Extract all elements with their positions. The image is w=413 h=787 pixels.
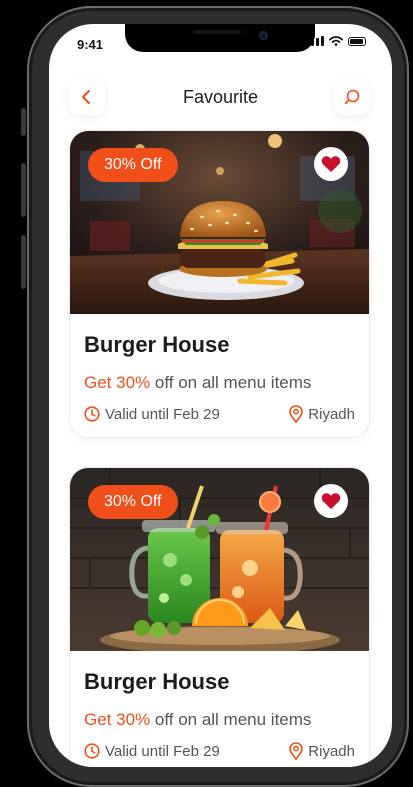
validity: Valid until Feb 29	[84, 406, 220, 423]
validity: Valid until Feb 29	[84, 743, 220, 760]
search-icon	[344, 89, 360, 105]
speaker	[193, 30, 241, 34]
offer-description: off on all menu items	[150, 710, 312, 729]
offer-card[interactable]: 30% Off Burger House Get 30% off on all …	[70, 468, 369, 767]
offer-meta: Valid until Feb 29 Riyadh	[84, 405, 355, 423]
offer-meta: Valid until Feb 29 Riyadh	[84, 742, 355, 760]
app-screen: 9:41 Favourite 30% Off Burger House Get …	[49, 24, 392, 767]
drinks-photo: 30% Off	[70, 468, 369, 651]
clock-icon	[84, 406, 100, 422]
location-text: Riyadh	[308, 742, 355, 760]
offer-text: Get 30% off on all menu items	[84, 373, 355, 393]
heart-icon	[321, 493, 341, 509]
battery-icon	[348, 36, 366, 46]
volume-up-button	[21, 163, 26, 217]
location-text: Riyadh	[308, 405, 355, 423]
location: Riyadh	[289, 742, 355, 760]
status-time: 9:41	[77, 37, 104, 52]
validity-text: Valid until Feb 29	[105, 405, 220, 423]
search-button[interactable]	[334, 79, 370, 115]
offer-highlight: Get 30%	[84, 373, 151, 392]
wifi-icon	[329, 36, 343, 46]
location: Riyadh	[289, 405, 355, 423]
app-header: Favourite	[49, 79, 392, 119]
favourite-button[interactable]	[314, 484, 348, 518]
discount-badge: 30% Off	[88, 148, 178, 182]
status-icons	[306, 36, 366, 46]
notch	[125, 24, 315, 52]
discount-badge: 30% Off	[88, 485, 178, 519]
card-body: Burger House Get 30% off on all menu ite…	[70, 651, 369, 767]
validity-text: Valid until Feb 29	[105, 742, 220, 760]
offer-text: Get 30% off on all menu items	[84, 710, 355, 730]
burger-photo: 30% Off	[70, 131, 369, 314]
card-body: Burger House Get 30% off on all menu ite…	[70, 314, 369, 437]
favourite-button[interactable]	[314, 147, 348, 181]
location-pin-icon	[289, 405, 304, 423]
offer-card[interactable]: 30% Off Burger House Get 30% off on all …	[70, 131, 369, 437]
mute-switch	[21, 108, 26, 136]
camera	[259, 31, 268, 40]
clock-icon	[84, 743, 100, 759]
offer-highlight: Get 30%	[84, 710, 151, 729]
location-pin-icon	[289, 742, 304, 760]
restaurant-name: Burger House	[84, 669, 230, 694]
volume-down-button	[21, 235, 26, 289]
offer-description: off on all menu items	[150, 373, 312, 392]
heart-icon	[321, 156, 341, 172]
restaurant-name: Burger House	[84, 332, 230, 357]
